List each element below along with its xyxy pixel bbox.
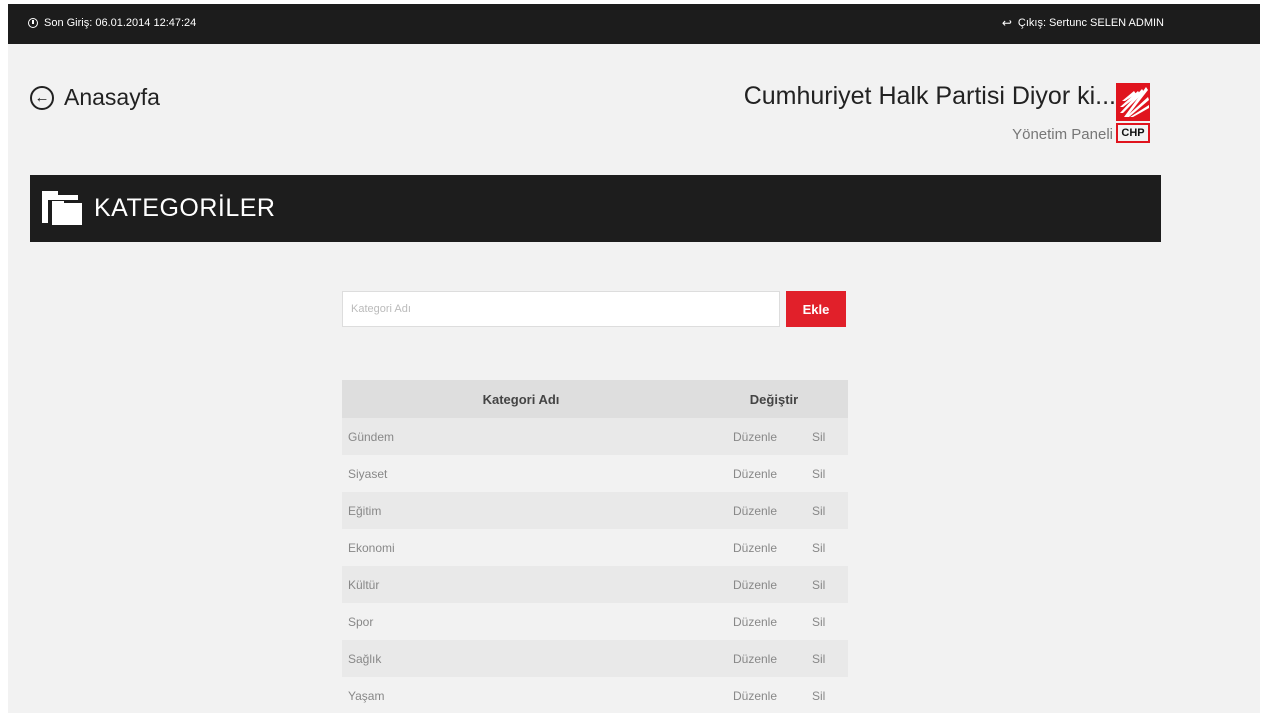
last-login-text: Son Giriş: 06.01.2014 12:47:24 <box>44 17 197 29</box>
app-window: Son Giriş: 06.01.2014 12:47:24 ↩ Çıkış: … <box>8 4 1260 713</box>
home-label: Anasayfa <box>64 84 160 110</box>
edit-button[interactable]: Düzenle <box>733 689 777 703</box>
chp-flag-icon <box>1116 83 1150 121</box>
delete-button[interactable]: Sil <box>812 652 825 666</box>
chp-logo: CHP <box>1116 83 1150 145</box>
table-row: Gündem Düzenle Sil <box>342 418 848 455</box>
edit-button[interactable]: Düzenle <box>733 541 777 555</box>
column-header-name: Kategori Adı <box>342 380 700 418</box>
table-header-row: Kategori Adı Değiştir <box>342 380 848 418</box>
site-title: Cumhuriyet Halk Partisi Diyor ki... <box>743 82 1116 110</box>
last-login-info: Son Giriş: 06.01.2014 12:47:24 <box>28 17 196 29</box>
category-name: Kültür <box>342 566 700 603</box>
table-row: Sağlık Düzenle Sil <box>342 640 848 677</box>
back-arrow-icon: ← <box>30 85 54 110</box>
delete-button[interactable]: Sil <box>812 689 825 703</box>
chp-logo-text: CHP <box>1116 123 1150 143</box>
edit-button[interactable]: Düzenle <box>733 430 777 444</box>
category-name: Yaşam <box>342 677 700 713</box>
home-link[interactable]: ← Anasayfa <box>30 84 160 111</box>
delete-button[interactable]: Sil <box>812 615 825 629</box>
logout-link[interactable]: ↩ Çıkış: Sertunc SELEN ADMIN <box>1002 17 1164 29</box>
category-name: Spor <box>342 603 700 640</box>
delete-button[interactable]: Sil <box>812 467 825 481</box>
delete-button[interactable]: Sil <box>812 578 825 592</box>
page-header-bar: KATEGORİLER <box>30 175 1161 242</box>
table-row: Siyaset Düzenle Sil <box>342 455 848 492</box>
category-name: Siyaset <box>342 455 700 492</box>
add-category-button[interactable]: Ekle <box>786 291 846 327</box>
folder-icon <box>42 190 84 227</box>
delete-button[interactable]: Sil <box>812 541 825 555</box>
column-header-actions: Değiştir <box>700 380 848 418</box>
edit-button[interactable]: Düzenle <box>733 467 777 481</box>
site-subtitle: Yönetim Paneli <box>1012 126 1113 143</box>
delete-button[interactable]: Sil <box>812 430 825 444</box>
clock-icon <box>28 18 38 28</box>
table-row: Eğitim Düzenle Sil <box>342 492 848 529</box>
edit-button[interactable]: Düzenle <box>733 504 777 518</box>
category-name: Eğitim <box>342 492 700 529</box>
edit-button[interactable]: Düzenle <box>733 615 777 629</box>
category-table: Kategori Adı Değiştir Gündem Düzenle Sil… <box>342 380 848 713</box>
table-row: Spor Düzenle Sil <box>342 603 848 640</box>
table-row: Yaşam Düzenle Sil <box>342 677 848 713</box>
page-title: KATEGORİLER <box>94 194 276 222</box>
top-bar: Son Giriş: 06.01.2014 12:47:24 ↩ Çıkış: … <box>8 4 1260 44</box>
table-row: Kültür Düzenle Sil <box>342 566 848 603</box>
category-name: Ekonomi <box>342 529 700 566</box>
edit-button[interactable]: Düzenle <box>733 652 777 666</box>
table-row: Ekonomi Düzenle Sil <box>342 529 848 566</box>
logout-icon: ↩ <box>1001 16 1012 30</box>
category-name-input[interactable] <box>342 291 780 327</box>
category-name: Sağlık <box>342 640 700 677</box>
logout-text: Çıkış: Sertunc SELEN ADMIN <box>1017 17 1164 29</box>
category-name: Gündem <box>342 418 700 455</box>
edit-button[interactable]: Düzenle <box>733 578 777 592</box>
delete-button[interactable]: Sil <box>812 504 825 518</box>
